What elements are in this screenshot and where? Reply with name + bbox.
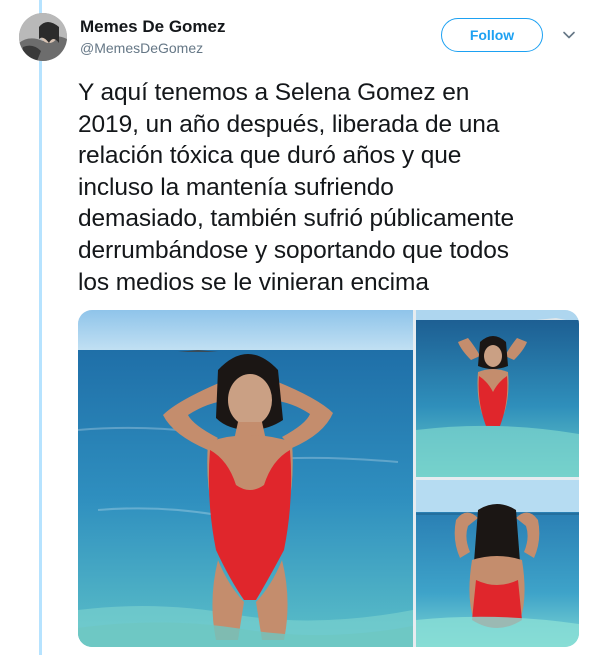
thread-connector-line: [39, 0, 42, 655]
media-photo-bottom-right[interactable]: [416, 480, 579, 647]
chevron-down-icon[interactable]: [562, 28, 576, 42]
tweet-text-line: Y aquí tenemos a Selena Gomez en: [78, 79, 470, 106]
tweet-text-line: derrumbándose y soportando que todos: [78, 236, 509, 264]
media-photo-main[interactable]: [78, 310, 413, 647]
follow-button[interactable]: Follow: [441, 18, 543, 52]
tweet-text-line: relación tóxica que duró años y que: [78, 142, 462, 170]
media-grid: [78, 310, 579, 647]
media-photo-top-right[interactable]: [416, 310, 579, 477]
tweet-text: Y aquí tenemos a Selena Gomez en 2019, u…: [78, 77, 583, 298]
tweet-text-line: 2019, un año después, liberada de una: [78, 110, 500, 138]
author-display-name[interactable]: Memes De Gomez: [80, 17, 226, 37]
tweet-text-line: demasiado, también sufrió públicamente: [78, 205, 515, 233]
avatar-image: [19, 13, 67, 61]
tweet-text-line: los medios se le vinieran encima: [78, 268, 429, 296]
tweet-text-line: incluso la mantenía sufriendo: [78, 173, 394, 201]
author-avatar[interactable]: [19, 13, 67, 61]
author-handle[interactable]: @MemesDeGomez: [80, 40, 203, 56]
